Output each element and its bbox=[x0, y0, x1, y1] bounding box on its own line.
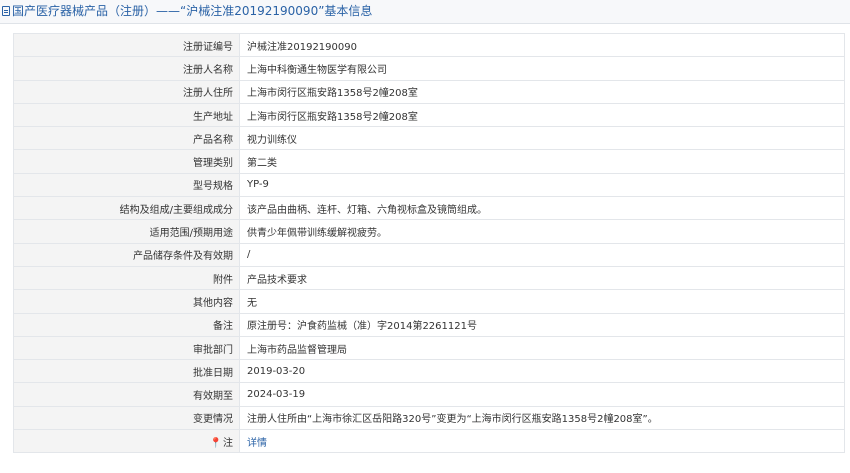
note-row: 📍注 详情 bbox=[13, 429, 845, 454]
field-value: 第二类 bbox=[239, 149, 845, 174]
field-value: 原注册号：沪食药监械（准）字2014第2261121号 bbox=[239, 312, 845, 337]
page-title-bar: 国产医疗器械产品（注册）——“沪械注准20192190090”基本信息 bbox=[0, 0, 850, 24]
table-row: 附件 产品技术要求 bbox=[13, 265, 845, 291]
info-table: 注册证编号 沪械注准20192190090 注册人名称 上海中科衡通生物医学有限公司注… bbox=[13, 32, 845, 454]
field-label: 适用范围/预期用途 bbox=[13, 219, 240, 244]
table-row: 有效期至 2024-03-19 bbox=[13, 382, 845, 407]
table-row: 批准日期 2019-03-20 bbox=[13, 359, 845, 384]
field-value: 上海市药品监督管理局 bbox=[239, 335, 845, 361]
note-row-body: 📍注 详情 bbox=[13, 429, 845, 454]
info-panel: 注册证编号 沪械注准20192190090 注册人名称 上海中科衡通生物医学有限公司注… bbox=[13, 32, 845, 454]
table-row: 注册人名称 上海中科衡通生物医学有限公司 bbox=[13, 56, 845, 81]
table-row: 结构及组成/主要组成成分 该产品由曲柄、连杆、灯箱、六角视标盒及镜筒组成。 bbox=[13, 196, 845, 221]
details-link[interactable]: 详情 bbox=[247, 438, 267, 449]
note-label-cell: 📍注 bbox=[13, 429, 240, 454]
field-value: 注册人住所由“上海市徐汇区岳阳路320号”变更为“上海市闵行区瓶安路1358号2… bbox=[239, 405, 845, 431]
document-icon bbox=[2, 6, 10, 16]
table-row: 产品储存条件及有效期 / bbox=[13, 242, 845, 267]
field-value: YP-9 bbox=[239, 172, 845, 198]
table-row: 注册证编号 沪械注准20192190090 bbox=[13, 32, 845, 58]
field-value: / bbox=[239, 242, 845, 267]
table-row: 审批部门 上海市药品监督管理局 bbox=[13, 335, 845, 361]
field-value: 该产品由曲柄、连杆、灯箱、六角视标盒及镜筒组成。 bbox=[239, 196, 845, 221]
table-row: 管理类别 第二类 bbox=[13, 149, 845, 174]
field-label: 有效期至 bbox=[13, 382, 240, 407]
page-title: 国产医疗器械产品（注册）——“沪械注准20192190090”基本信息 bbox=[12, 4, 373, 18]
field-value: 无 bbox=[239, 289, 845, 314]
field-label: 管理类别 bbox=[13, 149, 240, 174]
field-value: 沪械注准20192190090 bbox=[239, 32, 845, 58]
info-table-body: 注册证编号 沪械注准20192190090 注册人名称 上海中科衡通生物医学有限公司注… bbox=[13, 32, 845, 431]
table-row: 注册人住所 上海市闵行区瓶安路1358号2幢208室 bbox=[13, 79, 845, 104]
field-value: 上海中科衡通生物医学有限公司 bbox=[239, 56, 845, 81]
table-row: 生产地址 上海市闵行区瓶安路1358号2幢208室 bbox=[13, 102, 845, 128]
field-value: 2024-03-19 bbox=[239, 382, 845, 407]
table-row: 型号规格 YP-9 bbox=[13, 172, 845, 198]
field-label: 生产地址 bbox=[13, 102, 240, 128]
field-label: 其他内容 bbox=[13, 289, 240, 314]
field-value: 2019-03-20 bbox=[239, 359, 845, 384]
field-label: 备注 bbox=[13, 312, 240, 337]
field-label: 产品储存条件及有效期 bbox=[13, 242, 240, 267]
table-row: 其他内容无 bbox=[13, 289, 845, 314]
table-row: 产品名称 视力训练仪 bbox=[13, 126, 845, 151]
note-value-cell: 详情 bbox=[239, 429, 845, 454]
field-label: 审批部门 bbox=[13, 335, 240, 361]
field-value: 上海市闵行区瓶安路1358号2幢208室 bbox=[239, 79, 845, 104]
field-value: 供青少年佩带训练缓解视疲劳。 bbox=[239, 219, 845, 244]
field-label: 附件 bbox=[13, 265, 240, 291]
map-pin-icon: 📍 bbox=[209, 437, 222, 449]
table-row: 备注 原注册号：沪食药监械（准）字2014第2261121号 bbox=[13, 312, 845, 337]
field-label: 型号规格 bbox=[13, 172, 240, 198]
field-label: 结构及组成/主要组成成分 bbox=[13, 196, 240, 221]
field-value: 上海市闵行区瓶安路1358号2幢208室 bbox=[239, 102, 845, 128]
note-label: 注 bbox=[223, 437, 233, 449]
table-row: 变更情况 注册人住所由“上海市徐汇区岳阳路320号”变更为“上海市闵行区瓶安路13… bbox=[13, 405, 845, 431]
field-value: 视力训练仪 bbox=[239, 126, 845, 151]
field-value: 产品技术要求 bbox=[239, 265, 845, 291]
field-label: 批准日期 bbox=[13, 359, 240, 384]
field-label: 产品名称 bbox=[13, 126, 240, 151]
field-label: 变更情况 bbox=[13, 405, 240, 431]
field-label: 注册人住所 bbox=[13, 79, 240, 104]
field-label: 注册人名称 bbox=[13, 56, 240, 81]
table-row: 适用范围/预期用途 供青少年佩带训练缓解视疲劳。 bbox=[13, 219, 845, 244]
field-label: 注册证编号 bbox=[13, 32, 240, 58]
